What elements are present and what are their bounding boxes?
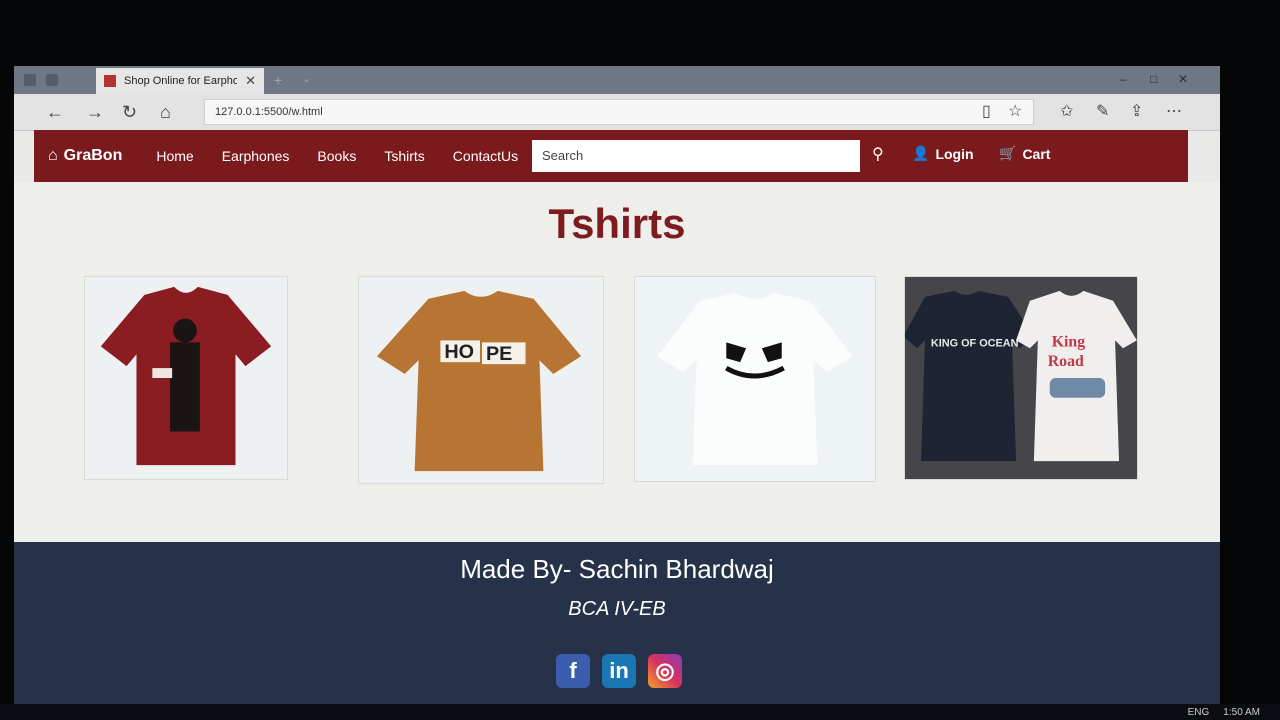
house-icon: ⌂ — [48, 147, 58, 164]
favorites-list-icon[interactable]: ✩ — [1060, 101, 1073, 121]
made-by-text: Made By- Sachin Bhardwaj — [460, 554, 774, 584]
clock-time[interactable]: 1:50 AM — [1223, 707, 1260, 718]
cart-button[interactable]: 🛒 Cart — [999, 145, 1050, 162]
site-footer: Made By- Sachin Bhardwaj BCA IV-EB f in … — [14, 542, 1220, 706]
nav-tshirts[interactable]: Tshirts — [384, 148, 424, 164]
search-icon[interactable]: ⚲ — [872, 144, 884, 164]
share-icon[interactable]: ⇪ — [1130, 101, 1143, 121]
address-bar: ← → ↻ ⌂ 127.0.0.1:5500/w.html ▯ ☆ ✩ ✎ ⇪ … — [14, 94, 1220, 131]
home-icon[interactable]: ⌂ — [160, 102, 171, 123]
hope-tshirt-image: HO PE — [377, 290, 582, 472]
facebook-icon[interactable]: f — [556, 654, 590, 688]
product-card-marshmello-tshirt[interactable] — [634, 276, 876, 482]
cart-label: Cart — [1022, 145, 1051, 162]
tab-preview-icon[interactable] — [24, 74, 36, 86]
king-road-tshirts-image: KING OF OCEAN King Road — [905, 277, 1137, 479]
favicon-icon — [104, 75, 116, 87]
red-tshirt-image — [100, 286, 272, 466]
tab-close-icon[interactable]: ✕ — [245, 73, 256, 89]
brand-name: GraBon — [63, 147, 123, 164]
reading-view-icon[interactable]: ▯ — [982, 101, 991, 121]
maximize-icon[interactable]: □ — [1150, 72, 1164, 86]
forward-icon[interactable]: → — [86, 102, 104, 123]
nav-home[interactable]: Home — [156, 148, 193, 164]
language-indicator[interactable]: ENG — [1188, 707, 1210, 718]
minimize-icon[interactable]: – — [1120, 72, 1134, 86]
close-window-icon[interactable]: ✕ — [1178, 72, 1192, 86]
nav-books[interactable]: Books — [317, 148, 356, 164]
tab-title: Shop Online for Earpho — [124, 75, 238, 87]
marshmello-tshirt-image — [656, 292, 854, 466]
svg-text:PE: PE — [486, 343, 512, 365]
browser-tab[interactable]: Shop Online for Earpho ✕ — [96, 68, 264, 94]
login-button[interactable]: 👤 Login — [912, 145, 974, 162]
product-card-red-tshirt[interactable] — [84, 276, 288, 480]
svg-text:KING OF OCEAN: KING OF OCEAN — [931, 337, 1019, 349]
browser-window: Shop Online for Earpho ✕ + ⌄ – □ ✕ ← → ↻… — [14, 66, 1220, 706]
nav-contactus[interactable]: ContactUs — [453, 148, 518, 164]
refresh-icon[interactable]: ↻ — [122, 102, 137, 123]
login-label: Login — [935, 145, 974, 162]
favorite-star-icon[interactable]: ☆ — [1008, 101, 1022, 121]
back-icon[interactable]: ← — [46, 102, 64, 123]
new-tab-icon[interactable]: + — [274, 72, 282, 88]
site-navbar: ⌂ GraBon Home Earphones Books Tshirts Co… — [34, 130, 1188, 182]
product-card-hope-tshirt[interactable]: HO PE — [358, 276, 604, 484]
user-icon: 👤 — [912, 145, 930, 161]
system-tray: ENG 1:50 AM — [1188, 707, 1260, 718]
main-content: Tshirts HO PE KING OF OCEAN King Road — [14, 182, 1220, 542]
more-icon[interactable]: ⋯ — [1166, 101, 1182, 121]
svg-text:Road: Road — [1048, 353, 1084, 370]
url-field[interactable]: 127.0.0.1:5500/w.html — [204, 99, 1034, 125]
product-card-king-road-tshirts[interactable]: KING OF OCEAN King Road — [904, 276, 1138, 480]
course-text: BCA IV-EB — [568, 598, 666, 620]
social-links: f in ◎ — [556, 654, 682, 688]
linkedin-icon[interactable]: in — [602, 654, 636, 688]
svg-text:King: King — [1052, 333, 1086, 350]
search-input[interactable]: Search — [532, 140, 860, 172]
os-taskbar: ENG 1:50 AM — [0, 704, 1280, 720]
nav-earphones[interactable]: Earphones — [222, 148, 290, 164]
brand-logo[interactable]: ⌂ GraBon — [48, 147, 122, 165]
notes-pen-icon[interactable]: ✎ — [1096, 101, 1109, 121]
tab-dropdown-icon[interactable]: ⌄ — [302, 72, 311, 85]
instagram-icon[interactable]: ◎ — [648, 654, 682, 688]
page-title: Tshirts — [548, 200, 686, 247]
tabs-aside-icon[interactable] — [46, 74, 58, 86]
svg-text:HO: HO — [444, 341, 474, 363]
tab-bar: Shop Online for Earpho ✕ + ⌄ – □ ✕ — [14, 66, 1220, 94]
cart-icon: 🛒 — [999, 145, 1017, 161]
